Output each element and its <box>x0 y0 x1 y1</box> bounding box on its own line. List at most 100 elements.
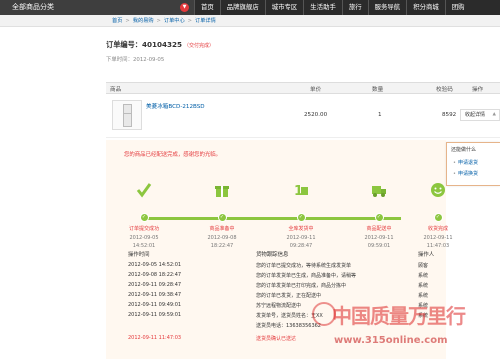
order-submit-icon <box>136 182 152 198</box>
breadcrumb-my-account[interactable]: 我的易购 <box>133 18 154 24</box>
nav-link-points-mall[interactable]: 积分商城 <box>406 0 445 15</box>
product-price: 2520.00 <box>304 112 328 118</box>
step-time: 11:47:03 <box>426 243 450 249</box>
log-operator: 顾客 <box>418 263 429 269</box>
product-image[interactable] <box>112 100 142 130</box>
top-nav-bar: 全部商品分类 ▼ 首页 品牌旗舰店 城市专区 生活助手 旅行 服务导航 积分商城… <box>0 0 500 15</box>
chevron-up-icon[interactable]: ▲ <box>493 110 496 120</box>
watermark: 中国质量万里行 www.315online.com <box>312 290 500 359</box>
step-time: 09:28:47 <box>289 243 313 249</box>
collapse-details-button[interactable]: 收起详情 ▲ <box>460 109 500 121</box>
order-time: 下单时间：2012-09-05 <box>106 55 164 63</box>
log-info: 您的订单发货单已打印完成，商品分拣中 <box>256 283 347 289</box>
nav-link-brand-stores[interactable]: 品牌旗舰店 <box>219 0 265 15</box>
product-table-header: 商品 单价 数量 校验码 操作 <box>106 82 500 94</box>
log-time: 2012-09-11 11:47:03 <box>128 335 182 341</box>
fridge-icon <box>123 104 132 127</box>
delivery-complete-message: 您的商品已经配送完成，感谢您的光临。 <box>124 152 222 158</box>
col-code: 校验码 <box>436 87 453 93</box>
popup-title: 还能做什么 <box>451 147 477 153</box>
step-label: 订单提交成功 <box>128 226 159 232</box>
log-operator: 系统 <box>418 283 429 289</box>
step-time: 18:22:47 <box>210 243 234 249</box>
shipping-icon: 1 <box>293 182 309 199</box>
step-dot: ✓ <box>296 213 306 222</box>
col-price: 单价 <box>310 87 322 93</box>
chevron-down-icon[interactable]: ▼ <box>180 3 189 12</box>
log-info: 您的订单发货单已生成，商品准备中，请稍等 <box>256 273 357 279</box>
log-time: 2012-09-05 14:52:01 <box>128 262 182 268</box>
log-time: 2012-09-11 09:59:01 <box>128 312 182 318</box>
product-qty: 1 <box>378 112 382 118</box>
nav-link-travel[interactable]: 旅行 <box>341 0 368 15</box>
step-dot: ✓ <box>433 213 443 222</box>
order-time-label: 下单时间： <box>106 57 133 63</box>
step-shipping: 1 ✓ 全库发货中 2012-09-11 09:28:47 <box>271 182 331 249</box>
step-label: 收货完成 <box>427 226 448 232</box>
step-dot: ✓ <box>217 213 227 222</box>
order-time-value: 2012-09-05 <box>132 57 165 63</box>
log-time: 2012-09-11 09:28:47 <box>128 282 182 288</box>
order-number-label: 订单编号： <box>106 40 142 49</box>
step-delivering: ✓ 商品配送中 2012-09-11 09:59:01 <box>349 182 409 249</box>
log-header-time: 操作时间 <box>128 252 150 258</box>
log-row: 2012-09-05 14:52:01 您的订单已提交成功，等待系统生成发货单 … <box>106 262 446 272</box>
step-date: 2012-09-11 <box>286 235 316 241</box>
nav-link-group-buy[interactable]: 团购 <box>444 0 471 15</box>
log-header-info: 货物跟踪信息 <box>256 252 289 258</box>
breadcrumb-home[interactable]: 首页 <box>112 18 122 24</box>
exchange-request-link[interactable]: 申请换货 <box>453 170 478 177</box>
breadcrumb-separator: > <box>156 18 161 24</box>
log-time: 2012-09-11 09:38:47 <box>128 292 182 298</box>
log-time: 2012-09-11 09:49:01 <box>128 302 182 308</box>
step-label: 商品配送中 <box>366 226 392 232</box>
step-time: 09:59:01 <box>367 243 391 249</box>
log-info: 苏宁远程物流配送中 <box>256 303 302 309</box>
col-qty: 数量 <box>372 87 384 93</box>
step-label: 商品准备中 <box>209 226 235 232</box>
step-date: 2012-09-11 <box>364 235 394 241</box>
watermark-url: www.315online.com <box>334 335 448 346</box>
nav-link-services[interactable]: 服务导航 <box>367 0 407 15</box>
step-time: 14:52:01 <box>132 243 156 249</box>
log-info: 您的订单已提交成功，等待系统生成发货单 <box>256 263 352 269</box>
log-info: 送货员确认已送达 <box>256 336 297 342</box>
log-time: 2012-09-08 18:22:47 <box>128 272 182 278</box>
col-product: 商品 <box>110 87 122 93</box>
step-label: 全库发货中 <box>288 226 314 232</box>
nav-link-home[interactable]: 首页 <box>194 0 220 15</box>
delivery-truck-icon <box>371 182 387 198</box>
category-label[interactable]: 全部商品分类 <box>12 3 54 11</box>
watermark-text: 中国质量万里行 <box>332 304 466 328</box>
log-row: 2012-09-08 18:22:47 您的订单发货单已生成，商品准备中，请稍等… <box>106 272 446 282</box>
step-order-submitted: ✓ 订单提交成功 2012-09-05 14:52:01 <box>114 182 174 249</box>
step-dot: ✓ <box>139 213 149 222</box>
collapse-details-label[interactable]: 收起详情 <box>465 112 485 118</box>
breadcrumb-order-detail: 订单详情 <box>195 18 216 24</box>
gift-box-icon <box>214 182 230 198</box>
progress-line <box>144 217 401 220</box>
smiley-icon <box>430 182 446 198</box>
nav-link-life[interactable]: 生活助手 <box>303 0 342 15</box>
breadcrumb-separator: > <box>187 18 192 24</box>
log-operator: 系统 <box>418 273 429 279</box>
order-number: 40104325 <box>141 40 182 49</box>
breadcrumb-separator: > <box>125 18 130 24</box>
col-action: 操作 <box>472 87 484 93</box>
step-date: 2012-09-05 <box>129 235 159 241</box>
step-dot: ✓ <box>374 213 384 222</box>
actions-popup: 还能做什么 申请退货 申请换货 <box>446 142 500 186</box>
category-menu[interactable]: 全部商品分类 ▼ <box>0 0 194 15</box>
nav-link-city[interactable]: 城市专区 <box>264 0 304 15</box>
breadcrumb-order-center[interactable]: 订单中心 <box>164 18 185 24</box>
product-verify-code: 8592 <box>442 112 457 118</box>
log-header-operator: 操作人 <box>418 252 435 258</box>
order-header: 订单编号：40104325 （交付完成） <box>106 40 214 50</box>
main-nav: 首页 品牌旗舰店 城市专区 生活助手 旅行 服务导航 积分商城 团购 <box>194 0 471 15</box>
return-request-link[interactable]: 申请退货 <box>453 159 478 166</box>
table-row: 美菱冰箱BCD-212BSD 2520.00 1 8592 收起详情 ▲ <box>106 94 500 138</box>
step-date: 2012-09-11 <box>423 235 453 241</box>
product-name-link[interactable]: 美菱冰箱BCD-212BSD <box>146 102 205 110</box>
step-preparing: ✓ 商品准备中 2012-09-08 18:22:47 <box>192 182 252 249</box>
breadcrumb: 首页 > 我的易购 > 订单中心 > 订单详情 <box>0 15 500 27</box>
